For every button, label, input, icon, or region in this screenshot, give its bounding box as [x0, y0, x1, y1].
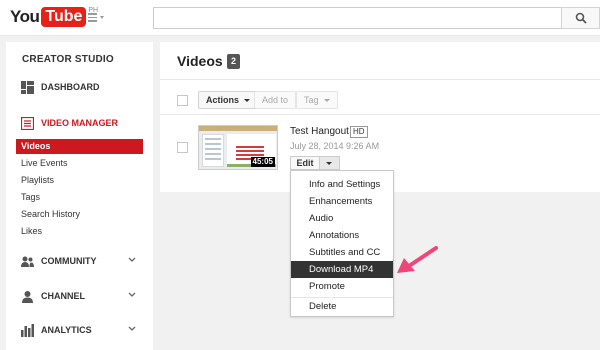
video-thumbnail[interactable]: 45:05	[198, 125, 278, 170]
top-bar: You Tube PH	[0, 0, 600, 36]
video-count-badge: 2	[227, 54, 240, 69]
sidebar-item-label: COMMUNITY	[41, 256, 97, 266]
menu-item-annotations[interactable]: Annotations	[291, 227, 393, 244]
subnav-item-likes[interactable]: Likes	[16, 224, 143, 239]
sidebar-title: CREATOR STUDIO	[22, 54, 114, 65]
video-duration: 45:05	[250, 157, 275, 167]
sidebar-item-label: VIDEO MANAGER	[41, 118, 119, 128]
search-input[interactable]	[153, 7, 561, 29]
video-title-link[interactable]: Test Hangout	[290, 126, 349, 137]
video-row-checkbox[interactable]	[177, 142, 188, 153]
menu-item-download-mp4[interactable]: Download MP4	[291, 261, 393, 278]
caret-down-icon	[244, 99, 251, 103]
sidebar-item-channel[interactable]: CHANNEL	[6, 287, 153, 307]
bulk-actions-toolbar: Actions Add to Tag	[160, 87, 600, 115]
sidebar-item-label: DASHBOARD	[41, 82, 100, 92]
video-manager-icon	[21, 117, 34, 130]
menu-item-subtitles-and-cc[interactable]: Subtitles and CC	[291, 244, 393, 261]
caret-down-icon	[326, 162, 332, 165]
sidebar-item-dashboard[interactable]: DASHBOARD	[6, 78, 153, 98]
chevron-down-icon	[128, 326, 136, 331]
analytics-icon	[21, 324, 34, 337]
menu-item-delete[interactable]: Delete	[291, 298, 393, 315]
add-to-label: Add to	[262, 95, 289, 105]
panel-header: Videos 2	[160, 42, 600, 80]
search-icon	[575, 12, 587, 24]
sidebar-item-label: CHANNEL	[41, 291, 85, 301]
sidebar-item-community[interactable]: COMMUNITY	[6, 252, 153, 272]
actions-button[interactable]: Actions	[198, 91, 259, 109]
subnav-item-playlists[interactable]: Playlists	[16, 173, 143, 188]
menu-item-promote[interactable]: Promote	[291, 278, 393, 295]
subnav-item-search-history[interactable]: Search History	[16, 207, 143, 222]
sidebar-item-video-manager[interactable]: VIDEO MANAGER	[6, 114, 153, 134]
search-button[interactable]	[561, 7, 600, 29]
creator-studio-sidebar: CREATOR STUDIO DASHBOARD VIDEO MANAGER V…	[6, 42, 153, 350]
tag-label: Tag	[304, 95, 319, 105]
channel-icon	[22, 291, 33, 303]
chevron-down-icon	[128, 257, 136, 262]
edit-button[interactable]: Edit	[290, 156, 320, 170]
sidebar-item-label: ANALYTICS	[41, 325, 92, 335]
chevron-down-icon	[128, 292, 136, 297]
caret-down-icon	[100, 16, 104, 19]
subnav-item-live-events[interactable]: Live Events	[16, 156, 143, 171]
hd-badge: HD	[350, 126, 368, 138]
guide-menu-button[interactable]	[88, 11, 108, 25]
subnav-item-tags[interactable]: Tags	[16, 190, 143, 205]
actions-label: Actions	[206, 95, 240, 105]
edit-dropdown-toggle[interactable]	[320, 156, 340, 170]
tag-button[interactable]: Tag	[296, 91, 338, 109]
select-all-checkbox[interactable]	[177, 95, 188, 106]
caret-down-icon	[323, 99, 330, 103]
add-to-button[interactable]: Add to	[254, 91, 297, 109]
community-icon	[21, 256, 34, 267]
menu-item-audio[interactable]: Audio	[291, 210, 393, 227]
hamburger-icon	[88, 13, 108, 22]
menu-item-enhancements[interactable]: Enhancements	[291, 193, 393, 210]
video-date: July 28, 2014 9:26 AM	[290, 141, 380, 151]
menu-item-info-and-settings[interactable]: Info and Settings	[291, 176, 393, 193]
logo-tube-text: Tube	[41, 7, 87, 27]
sidebar-item-analytics[interactable]: ANALYTICS	[6, 321, 153, 341]
pointer-arrow-annotation	[397, 246, 438, 273]
page-title: Videos	[177, 53, 223, 69]
edit-dropdown-menu: Info and Settings Enhancements Audio Ann…	[290, 170, 394, 317]
dashboard-icon	[21, 81, 34, 94]
youtube-logo[interactable]: You Tube PH	[10, 6, 98, 28]
subnav-item-videos[interactable]: Videos	[16, 139, 143, 154]
logo-you-text: You	[10, 7, 40, 26]
